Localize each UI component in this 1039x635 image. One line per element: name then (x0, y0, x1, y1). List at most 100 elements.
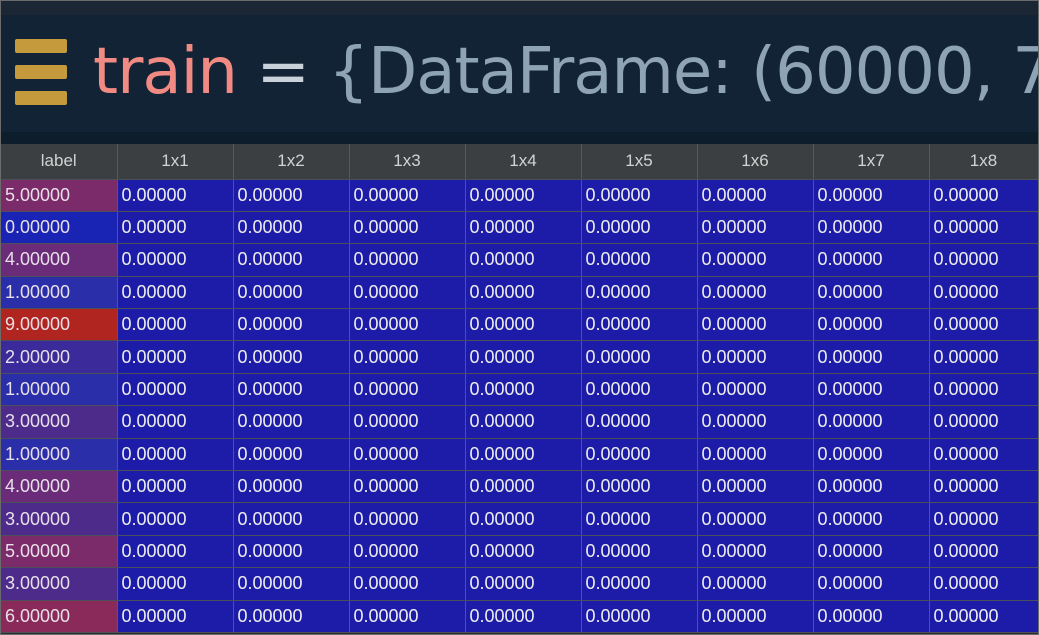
label-cell[interactable]: 5.00000 (1, 535, 118, 569)
table-cell[interactable]: 0.00000 (813, 567, 930, 601)
table-cell[interactable]: 0.00000 (581, 308, 698, 342)
table-cell[interactable]: 0.00000 (813, 535, 930, 569)
table-cell[interactable]: 0.00000 (581, 502, 698, 536)
label-cell[interactable]: 3.00000 (1, 502, 118, 536)
table-row[interactable]: 5.00000 0.00000 0.00000 0.00000 0.00000 0.000… (1, 535, 1038, 569)
table-cell[interactable]: 0.00000 (465, 276, 582, 310)
table-cell[interactable]: 0.00000 (697, 373, 814, 407)
table-cell[interactable]: 0.00000 (813, 308, 930, 342)
table-cell[interactable]: 0.00000 (929, 211, 1038, 245)
table-cell[interactable]: 0.00000 (117, 405, 234, 439)
table-cell[interactable]: 0.00000 (117, 567, 234, 601)
table-row[interactable]: 3.00000 0.00000 0.00000 0.00000 0.00000 0.000… (1, 567, 1038, 601)
label-cell[interactable]: 9.00000 (1, 308, 118, 342)
table-cell[interactable]: 0.00000 (581, 405, 698, 439)
table-cell[interactable]: 0.00000 (813, 340, 930, 374)
table-cell[interactable]: 0.00000 (465, 535, 582, 569)
table-cell[interactable]: 0.00000 (813, 405, 930, 439)
label-cell[interactable]: 4.00000 (1, 470, 118, 504)
table-cell[interactable]: 0.00000 (465, 243, 582, 277)
table-cell[interactable]: 0.00000 (929, 308, 1038, 342)
table-cell[interactable]: 0.00000 (697, 276, 814, 310)
table-cell[interactable]: 0.00000 (697, 211, 814, 245)
column-header[interactable]: 1x1 (117, 144, 234, 180)
table-cell[interactable]: 0.00000 (349, 243, 466, 277)
table-row[interactable]: 3.00000 0.00000 0.00000 0.00000 0.00000 0.000… (1, 405, 1038, 439)
table-cell[interactable]: 0.00000 (117, 600, 234, 633)
table-cell[interactable]: 0.00000 (929, 470, 1038, 504)
table-cell[interactable]: 0.00000 (813, 179, 930, 212)
table-row[interactable]: 1.00000 0.00000 0.00000 0.00000 0.00000 0.000… (1, 276, 1038, 310)
table-cell[interactable]: 0.00000 (465, 405, 582, 439)
column-header[interactable]: 1x3 (349, 144, 466, 180)
table-cell[interactable]: 0.00000 (349, 340, 466, 374)
table-cell[interactable]: 0.00000 (813, 438, 930, 472)
table-cell[interactable]: 0.00000 (697, 535, 814, 569)
table-cell[interactable]: 0.00000 (929, 405, 1038, 439)
table-cell[interactable]: 0.00000 (465, 211, 582, 245)
table-cell[interactable]: 0.00000 (581, 567, 698, 601)
table-cell[interactable]: 0.00000 (233, 243, 350, 277)
table-cell[interactable]: 0.00000 (233, 373, 350, 407)
table-cell[interactable]: 0.00000 (465, 470, 582, 504)
table-cell[interactable]: 0.00000 (233, 211, 350, 245)
table-row[interactable]: 0.00000 0.00000 0.00000 0.00000 0.00000 0.000… (1, 211, 1038, 245)
table-cell[interactable]: 0.00000 (929, 567, 1038, 601)
table-cell[interactable]: 0.00000 (233, 567, 350, 601)
table-cell[interactable]: 0.00000 (233, 470, 350, 504)
table-cell[interactable]: 0.00000 (349, 276, 466, 310)
table-cell[interactable]: 0.00000 (581, 243, 698, 277)
table-cell[interactable]: 0.00000 (117, 179, 234, 212)
table-cell[interactable]: 0.00000 (813, 211, 930, 245)
table-cell[interactable]: 0.00000 (465, 438, 582, 472)
table-cell[interactable]: 0.00000 (233, 276, 350, 310)
table-cell[interactable]: 0.00000 (581, 535, 698, 569)
table-row[interactable]: 1.00000 0.00000 0.00000 0.00000 0.00000 0.000… (1, 438, 1038, 472)
table-cell[interactable]: 0.00000 (813, 470, 930, 504)
table-cell[interactable]: 0.00000 (929, 535, 1038, 569)
table-cell[interactable]: 0.00000 (581, 438, 698, 472)
table-cell[interactable]: 0.00000 (117, 470, 234, 504)
table-cell[interactable]: 0.00000 (465, 502, 582, 536)
column-header[interactable]: 1x2 (233, 144, 350, 180)
table-cell[interactable]: 0.00000 (581, 179, 698, 212)
table-row[interactable]: 6.00000 0.00000 0.00000 0.00000 0.00000 0.000… (1, 600, 1038, 633)
table-cell[interactable]: 0.00000 (813, 373, 930, 407)
table-cell[interactable]: 0.00000 (697, 243, 814, 277)
table-cell[interactable]: 0.00000 (465, 567, 582, 601)
table-cell[interactable]: 0.00000 (117, 502, 234, 536)
table-cell[interactable]: 0.00000 (697, 438, 814, 472)
table-cell[interactable]: 0.00000 (581, 600, 698, 633)
table-cell[interactable]: 0.00000 (233, 600, 350, 633)
table-cell[interactable]: 0.00000 (233, 340, 350, 374)
label-cell[interactable]: 5.00000 (1, 179, 118, 212)
table-cell[interactable]: 0.00000 (233, 405, 350, 439)
table-cell[interactable]: 0.00000 (929, 502, 1038, 536)
table-cell[interactable]: 0.00000 (929, 276, 1038, 310)
table-cell[interactable]: 0.00000 (117, 276, 234, 310)
table-cell[interactable]: 0.00000 (929, 600, 1038, 633)
table-cell[interactable]: 0.00000 (465, 600, 582, 633)
table-row[interactable]: 1.00000 0.00000 0.00000 0.00000 0.00000 0.000… (1, 373, 1038, 407)
column-header[interactable]: 1x7 (813, 144, 930, 180)
table-cell[interactable]: 0.00000 (349, 502, 466, 536)
table-cell[interactable]: 0.00000 (465, 373, 582, 407)
table-cell[interactable]: 0.00000 (697, 308, 814, 342)
table-row[interactable]: 3.00000 0.00000 0.00000 0.00000 0.00000 0.000… (1, 502, 1038, 536)
table-cell[interactable]: 0.00000 (349, 405, 466, 439)
table-cell[interactable]: 0.00000 (813, 243, 930, 277)
table-cell[interactable]: 0.00000 (233, 438, 350, 472)
table-cell[interactable]: 0.00000 (117, 243, 234, 277)
table-row[interactable]: 5.00000 0.00000 0.00000 0.00000 0.00000 0.000… (1, 179, 1038, 212)
table-cell[interactable]: 0.00000 (117, 340, 234, 374)
label-cell[interactable]: 4.00000 (1, 243, 118, 277)
column-header[interactable]: 1x8 (929, 144, 1038, 180)
table-cell[interactable]: 0.00000 (929, 438, 1038, 472)
table-cell[interactable]: 0.00000 (697, 340, 814, 374)
table-cell[interactable]: 0.00000 (349, 438, 466, 472)
label-cell[interactable]: 3.00000 (1, 567, 118, 601)
table-cell[interactable]: 0.00000 (465, 340, 582, 374)
table-cell[interactable]: 0.00000 (465, 179, 582, 212)
table-cell[interactable]: 0.00000 (697, 567, 814, 601)
column-header[interactable]: label (1, 144, 118, 180)
